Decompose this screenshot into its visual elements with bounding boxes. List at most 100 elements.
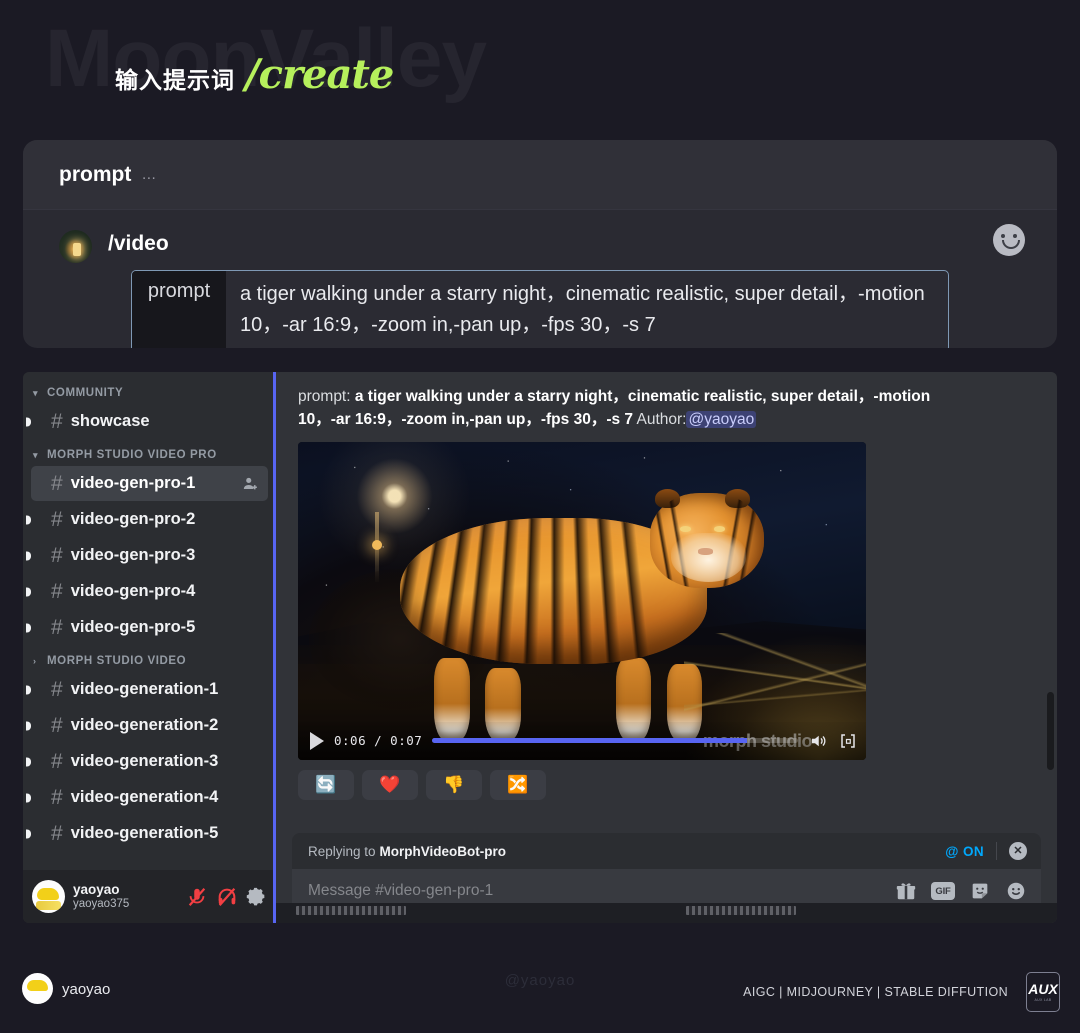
thumbsdown-reaction[interactable]: 👎 <box>426 769 482 800</box>
channel-name: video-generation-5 <box>70 824 219 842</box>
close-icon[interactable]: ✕ <box>1009 842 1027 860</box>
user-display-name: yaoyao <box>73 882 120 898</box>
channel-category[interactable]: ▾ MORPH STUDIO VIDEO PRO <box>23 440 276 465</box>
headphone-deafened-icon[interactable] <box>216 886 238 908</box>
sidebar-item-video-generation-4[interactable]: # video-generation-4 <box>26 780 268 815</box>
sticker-icon[interactable] <box>969 880 991 902</box>
picture-in-picture-icon[interactable] <box>838 732 858 750</box>
channel-category[interactable]: › MORPH STUDIO VIDEO <box>23 646 276 671</box>
chevron-down-icon: ▾ <box>33 449 39 460</box>
sidebar-item-video-generation-5[interactable]: # video-generation-5 <box>26 816 268 851</box>
sidebar-item-showcase[interactable]: # showcase <box>26 404 268 439</box>
sidebar-item-video-gen-pro-2[interactable]: # video-gen-pro-2 <box>26 502 268 537</box>
channel-name: video-generation-2 <box>70 716 219 734</box>
command-row: /video <box>59 226 1021 263</box>
unread-indicator <box>26 829 31 838</box>
sidebar-item-video-generation-3[interactable]: # video-generation-3 <box>26 744 268 779</box>
chevron-right-icon: › <box>33 656 37 666</box>
channel-name: video-generation-1 <box>70 680 219 698</box>
lantern-avatar <box>59 230 92 263</box>
sidebar-item-video-generation-1[interactable]: # video-generation-1 <box>26 672 268 707</box>
reply-bar: Replying to MorphVideoBot-pro @ ON ✕ <box>292 833 1041 869</box>
gift-icon[interactable] <box>895 880 917 902</box>
aux-logo: AUX AUX LAB <box>1026 972 1060 1012</box>
sidebar-item-video-gen-pro-5[interactable]: # video-gen-pro-5 <box>26 610 268 645</box>
channel-name: video-gen-pro-4 <box>70 582 196 600</box>
prompt-card-title: prompt <box>59 162 132 186</box>
sidebar-item-video-generation-2[interactable]: # video-generation-2 <box>26 708 268 743</box>
volume-icon[interactable] <box>808 732 828 750</box>
tiger-head <box>650 488 764 589</box>
emoji-icon[interactable] <box>1005 880 1027 902</box>
hash-icon: # <box>51 822 63 845</box>
unread-indicator <box>26 551 31 560</box>
video-progress-fill <box>432 738 747 744</box>
sidebar-item-video-gen-pro-4[interactable]: # video-gen-pro-4 <box>26 574 268 609</box>
user-panel[interactable]: yaoyao yaoyao375 <box>23 870 276 923</box>
channel-name: video-generation-4 <box>70 788 219 806</box>
chevron-down-icon: ▾ <box>33 387 39 398</box>
play-icon[interactable] <box>310 731 324 750</box>
unread-indicator <box>26 623 31 632</box>
prompt-input-value: a tiger walking under a starry night，cin… <box>240 283 925 336</box>
channel-name: showcase <box>70 412 150 430</box>
heart-reaction-glyph: ❤️ <box>379 774 401 794</box>
reaction-bar[interactable]: 🔄 ❤️ 👎 🔀 <box>298 769 1037 800</box>
footer: yaoyao @yaoyao AIGC | MIDJOURNEY | STABL… <box>0 923 1080 1033</box>
channel-name: video-gen-pro-3 <box>70 546 196 564</box>
unread-indicator <box>26 587 31 596</box>
repeat-reaction[interactable]: 🔄 <box>298 769 354 800</box>
mention-toggle[interactable]: @ ON <box>945 844 984 859</box>
gear-icon[interactable] <box>246 886 268 908</box>
message-author-label: Author: <box>636 410 687 428</box>
header: MoonValley 输入提示词 /create <box>0 0 1080 128</box>
category-label: COMMUNITY <box>47 387 124 399</box>
discord-sidebar: ▾ COMMUNITY # showcase ▾ MORPH STUDIO VIDEO P… <box>23 372 276 923</box>
sidebar-item-video-gen-pro-1[interactable]: # video-gen-pro-1 <box>31 466 268 501</box>
header-instruction-cn: 输入提示词 <box>115 67 235 93</box>
hash-icon: # <box>51 508 63 531</box>
prompt-card-dots: … <box>141 166 158 183</box>
channel-category[interactable]: ▾ COMMUNITY <box>23 378 276 403</box>
gif-icon[interactable]: GIF <box>931 882 955 900</box>
add-person-icon[interactable] <box>242 475 259 492</box>
clipped-fragment <box>686 906 796 915</box>
shuffle-reaction-glyph: 🔀 <box>507 774 529 794</box>
reply-prefix: Replying to <box>308 843 376 859</box>
smiley-icon[interactable] <box>993 224 1025 256</box>
unread-indicator <box>26 721 31 730</box>
header-command: /create <box>245 51 394 98</box>
author-mention[interactable]: @yaoyao <box>686 410 757 428</box>
prompt-card-header: prompt … <box>23 140 1057 210</box>
video-progress-bar[interactable] <box>432 738 798 744</box>
channel-name: video-gen-pro-5 <box>70 618 196 636</box>
prompt-input[interactable]: prompt a tiger walking under a starry ni… <box>131 270 949 348</box>
message-input[interactable]: Message #video-gen-pro-1 <box>308 882 881 900</box>
channel-list[interactable]: ▾ COMMUNITY # showcase ▾ MORPH STUDIO VIDEO P… <box>23 372 276 870</box>
shuffle-reaction[interactable]: 🔀 <box>490 769 546 800</box>
message-list: prompt: a tiger walking under a starry n… <box>276 372 1057 833</box>
prompt-chip-label: prompt <box>132 271 226 348</box>
header-title-line: 输入提示词 /create <box>115 51 394 98</box>
divider <box>996 842 997 860</box>
mic-muted-icon[interactable] <box>186 886 208 908</box>
unread-indicator <box>26 685 31 694</box>
tiger-eye <box>679 526 692 532</box>
category-label: MORPH STUDIO VIDEO <box>47 655 187 667</box>
tiger-nose <box>697 548 713 555</box>
video-controls[interactable]: 0:06 / 0:07 <box>298 721 866 760</box>
hash-icon: # <box>51 714 63 737</box>
avatar <box>32 880 65 913</box>
discord-main: prompt: a tiger walking under a starry n… <box>276 372 1057 923</box>
channel-name: video-gen-pro-2 <box>70 510 196 528</box>
user-username: yaoyao375 <box>73 897 130 910</box>
video-player[interactable]: morph studio 0:06 / 0:07 <box>298 441 866 760</box>
unread-indicator <box>26 417 31 426</box>
unread-indicator <box>26 515 31 524</box>
reply-actions: @ ON ✕ <box>945 842 1027 860</box>
prompt-card: prompt … /video prompt a tiger walking u… <box>23 140 1057 348</box>
clipped-fragment <box>296 906 406 915</box>
sidebar-item-video-gen-pro-3[interactable]: # video-gen-pro-3 <box>26 538 268 573</box>
heart-reaction[interactable]: ❤️ <box>362 769 418 800</box>
message-scrollbar[interactable] <box>1047 692 1054 770</box>
